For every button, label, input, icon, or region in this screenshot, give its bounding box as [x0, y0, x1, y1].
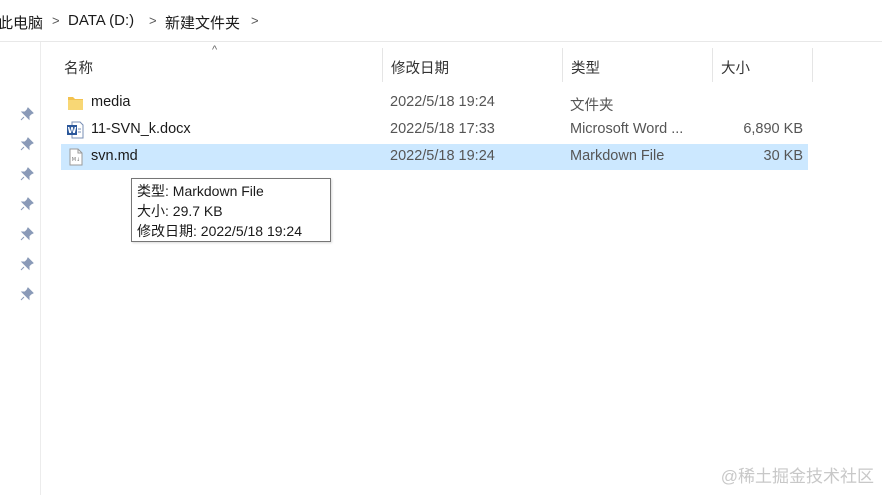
- tooltip-size: 大小: 29.7 KB: [137, 203, 223, 219]
- chevron-right-icon[interactable]: >: [251, 13, 259, 28]
- address-breadcrumb: 此电脑 > DATA (D:) > 新建文件夹 >: [0, 0, 882, 42]
- folder-icon: [68, 97, 83, 110]
- column-header-label: 大小: [721, 61, 750, 77]
- file-row-media[interactable]: media 2022/5/18 19:24 文件夹: [61, 90, 808, 116]
- column-header-label: 修改日期: [391, 61, 449, 77]
- column-header-label: 名称: [64, 61, 93, 77]
- file-info-tooltip: 类型: Markdown File 大小: 29.7 KB 修改日期: 2022…: [131, 178, 331, 242]
- tooltip-date: 修改日期: 2022/5/18 19:24: [137, 223, 302, 239]
- pin-icon[interactable]: [20, 227, 34, 241]
- pin-icon[interactable]: [20, 197, 34, 211]
- navigation-pane: [0, 42, 41, 495]
- breadcrumb-new-folder[interactable]: 新建文件夹: [165, 12, 240, 33]
- file-size: 6,890 KB: [743, 121, 803, 137]
- file-date: 2022/5/18 19:24: [390, 148, 495, 164]
- file-row-docx[interactable]: W 11-SVN_k.docx 2022/5/18 17:33 Microsof…: [61, 117, 808, 143]
- column-header-name[interactable]: 名称: [56, 48, 383, 82]
- markdown-file-icon: M↓: [69, 148, 83, 166]
- pin-icon[interactable]: [20, 287, 34, 301]
- file-type: 文件夹: [570, 98, 614, 114]
- file-date: 2022/5/18 17:33: [390, 121, 495, 137]
- file-size: 30 KB: [763, 148, 804, 164]
- tooltip-type: 类型: Markdown File: [137, 183, 264, 199]
- pin-icon[interactable]: [20, 167, 34, 181]
- svg-text:W: W: [68, 126, 77, 135]
- file-name: 11-SVN_k.docx: [91, 121, 191, 137]
- breadcrumb-data-drive[interactable]: DATA (D:): [68, 12, 134, 29]
- column-header-type[interactable]: 类型: [563, 48, 713, 82]
- pin-icon[interactable]: [20, 257, 34, 271]
- file-name: svn.md: [91, 148, 138, 164]
- watermark: @稀土掘金技术社区: [720, 467, 874, 486]
- file-row-svn-md[interactable]: M↓ svn.md 2022/5/18 19:24 Markdown File …: [61, 144, 808, 170]
- pin-icon[interactable]: [20, 137, 34, 151]
- pin-icon[interactable]: [20, 107, 34, 121]
- word-document-icon: W: [67, 121, 84, 139]
- column-header-label: 类型: [571, 61, 600, 77]
- file-type: Markdown File: [570, 148, 665, 164]
- file-name: media: [91, 94, 131, 110]
- breadcrumb-this-pc[interactable]: 此电脑: [0, 12, 43, 33]
- column-header-date[interactable]: 修改日期: [383, 48, 563, 82]
- file-type: Microsoft Word ...: [570, 121, 684, 137]
- chevron-right-icon[interactable]: >: [52, 13, 60, 28]
- file-date: 2022/5/18 19:24: [390, 94, 495, 110]
- svg-text:M↓: M↓: [72, 157, 81, 163]
- column-header-size[interactable]: 大小: [713, 48, 813, 82]
- chevron-right-icon[interactable]: >: [149, 13, 157, 28]
